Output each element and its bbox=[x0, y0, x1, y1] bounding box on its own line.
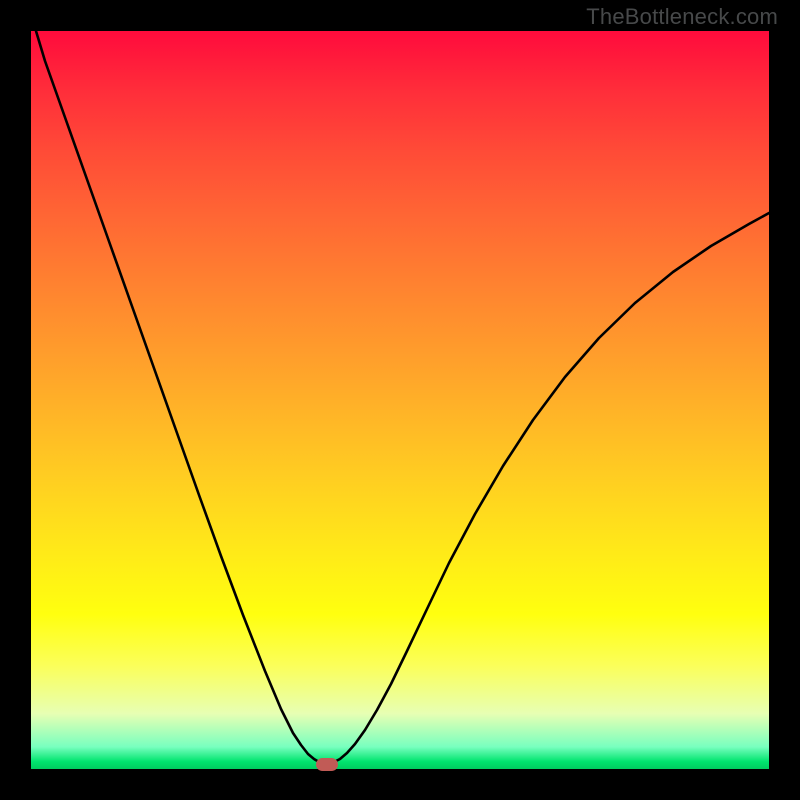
bottleneck-curve bbox=[31, 31, 769, 769]
optimal-marker bbox=[316, 758, 338, 771]
chart-container: TheBottleneck.com bbox=[0, 0, 800, 800]
curve-path bbox=[36, 31, 769, 763]
watermark-text: TheBottleneck.com bbox=[586, 4, 778, 30]
